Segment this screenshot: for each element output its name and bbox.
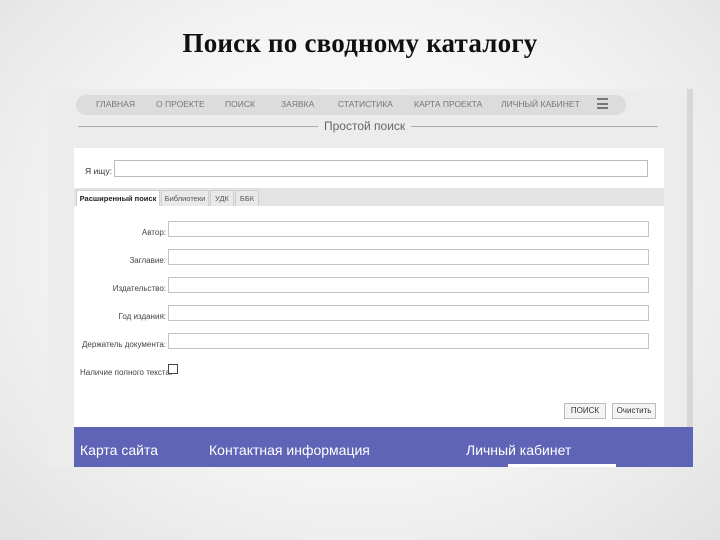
year-input[interactable]: [168, 305, 649, 321]
tab-advanced-search[interactable]: Расширенный поиск: [76, 190, 160, 206]
nav-item-search[interactable]: ПОИСК: [225, 99, 255, 109]
simple-search-heading: Простой поиск: [318, 119, 412, 133]
footer-link-cabinet[interactable]: Личный кабинет: [466, 442, 571, 458]
holder-input[interactable]: [168, 333, 649, 349]
holder-label: Держатель документа:: [82, 340, 166, 349]
title-label: Заглавие:: [129, 256, 166, 265]
tab-libraries[interactable]: Библиотеки: [161, 190, 209, 206]
publisher-label: Издательство:: [112, 284, 166, 293]
title-input[interactable]: [168, 249, 649, 265]
search-button[interactable]: ПОИСК: [564, 403, 606, 419]
footer: [74, 427, 693, 467]
footer-link-sitemap[interactable]: Карта сайта: [80, 442, 158, 458]
fulltext-checkbox[interactable]: [168, 364, 178, 374]
nav-item-cabinet[interactable]: ЛИЧНЫЙ КАБИНЕТ: [501, 99, 580, 109]
publisher-input[interactable]: [168, 277, 649, 293]
author-label: Автор:: [141, 228, 166, 237]
tab-bbk[interactable]: ББК: [235, 190, 259, 206]
slide-title: Поиск по сводному каталогу: [182, 28, 538, 58]
tab-udk[interactable]: УДК: [210, 190, 234, 206]
nav-item-statistics[interactable]: СТАТИСТИКА: [338, 99, 393, 109]
hamburger-menu-icon[interactable]: [597, 98, 608, 111]
query-input[interactable]: [114, 160, 648, 177]
footer-underline: [508, 464, 616, 467]
footer-link-contacts[interactable]: Контактная информация: [209, 442, 370, 458]
year-label: Год издания:: [118, 312, 166, 321]
nav-item-about[interactable]: О ПРОЕКТЕ: [156, 99, 205, 109]
clear-button[interactable]: Очистить: [612, 403, 656, 419]
query-label: Я ищу:: [85, 166, 112, 176]
nav-item-home[interactable]: ГЛАВНАЯ: [96, 99, 135, 109]
scrollbar[interactable]: [687, 89, 693, 467]
nav-item-project-map[interactable]: КАРТА ПРОЕКТА: [414, 99, 482, 109]
author-input[interactable]: [168, 221, 649, 237]
nav-item-request[interactable]: ЗАЯВКА: [281, 99, 314, 109]
fulltext-label: Наличие полного текста:: [80, 368, 173, 377]
